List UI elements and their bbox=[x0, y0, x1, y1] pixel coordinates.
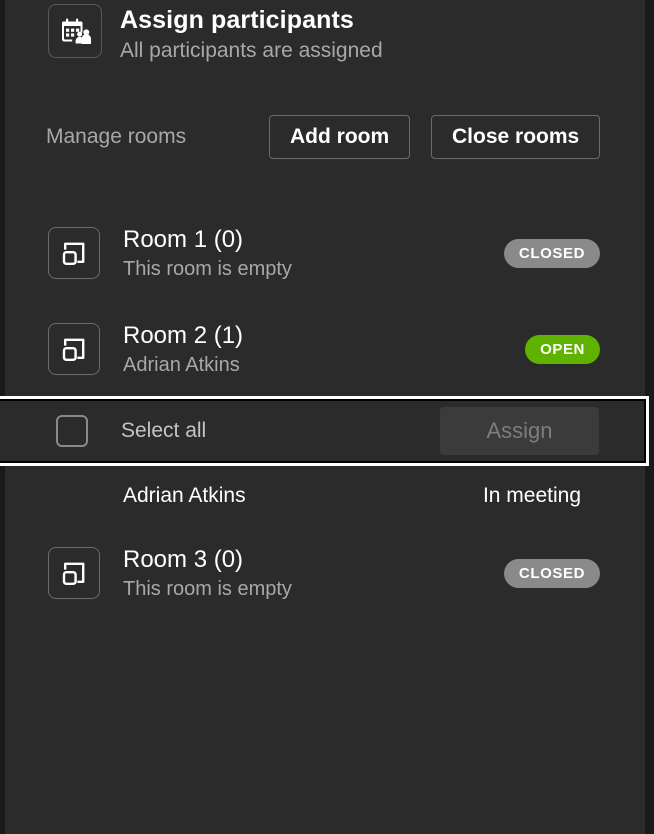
manage-rooms-bar: Manage rooms Add room Close rooms bbox=[5, 110, 645, 164]
room-text-block: Room 3 (0) This room is empty bbox=[123, 545, 292, 602]
close-rooms-button[interactable]: Close rooms bbox=[431, 115, 601, 159]
assign-button[interactable]: Assign bbox=[440, 407, 599, 455]
select-all-checkbox[interactable] bbox=[56, 415, 88, 447]
calendar-people-icon bbox=[48, 4, 102, 58]
page-title: Assign participants bbox=[120, 6, 354, 34]
panel-header: Assign participants All participants are… bbox=[48, 4, 383, 65]
room-description: This room is empty bbox=[123, 257, 292, 280]
status-badge: OPEN bbox=[525, 334, 600, 364]
status-badge: CLOSED bbox=[503, 558, 600, 588]
room-description: This room is empty bbox=[123, 577, 292, 600]
room-name: Room 1 (0) bbox=[123, 225, 244, 253]
participant-row[interactable]: Adrian Atkins In meeting bbox=[5, 480, 645, 520]
room-row[interactable]: Room 3 (0) This room is empty CLOSED bbox=[5, 532, 645, 614]
room-icon bbox=[48, 547, 100, 599]
manage-rooms-label: Manage rooms bbox=[46, 125, 187, 148]
select-all-row[interactable]: Select all Assign bbox=[0, 396, 649, 466]
room-row[interactable]: Room 1 (0) This room is empty CLOSED bbox=[5, 212, 645, 294]
room-name: Room 3 (0) bbox=[123, 545, 244, 573]
add-room-button[interactable]: Add room bbox=[269, 115, 411, 159]
participant-status: In meeting bbox=[482, 484, 581, 507]
room-row[interactable]: Room 2 (1) Adrian Atkins OPEN bbox=[5, 308, 645, 390]
room-icon bbox=[48, 323, 100, 375]
status-badge: CLOSED bbox=[503, 238, 600, 268]
participant-name: Adrian Atkins bbox=[123, 484, 246, 507]
room-description: Adrian Atkins bbox=[123, 353, 240, 376]
room-name: Room 2 (1) bbox=[123, 321, 244, 349]
select-all-label: Select all bbox=[121, 419, 207, 442]
header-text-block: Assign participants All participants are… bbox=[120, 4, 383, 65]
page-subtitle: All participants are assigned bbox=[120, 39, 383, 62]
room-text-block: Room 2 (1) Adrian Atkins bbox=[123, 321, 243, 378]
room-text-block: Room 1 (0) This room is empty bbox=[123, 225, 292, 282]
breakout-rooms-panel: Assign participants All participants are… bbox=[0, 0, 654, 834]
room-icon bbox=[48, 227, 100, 279]
